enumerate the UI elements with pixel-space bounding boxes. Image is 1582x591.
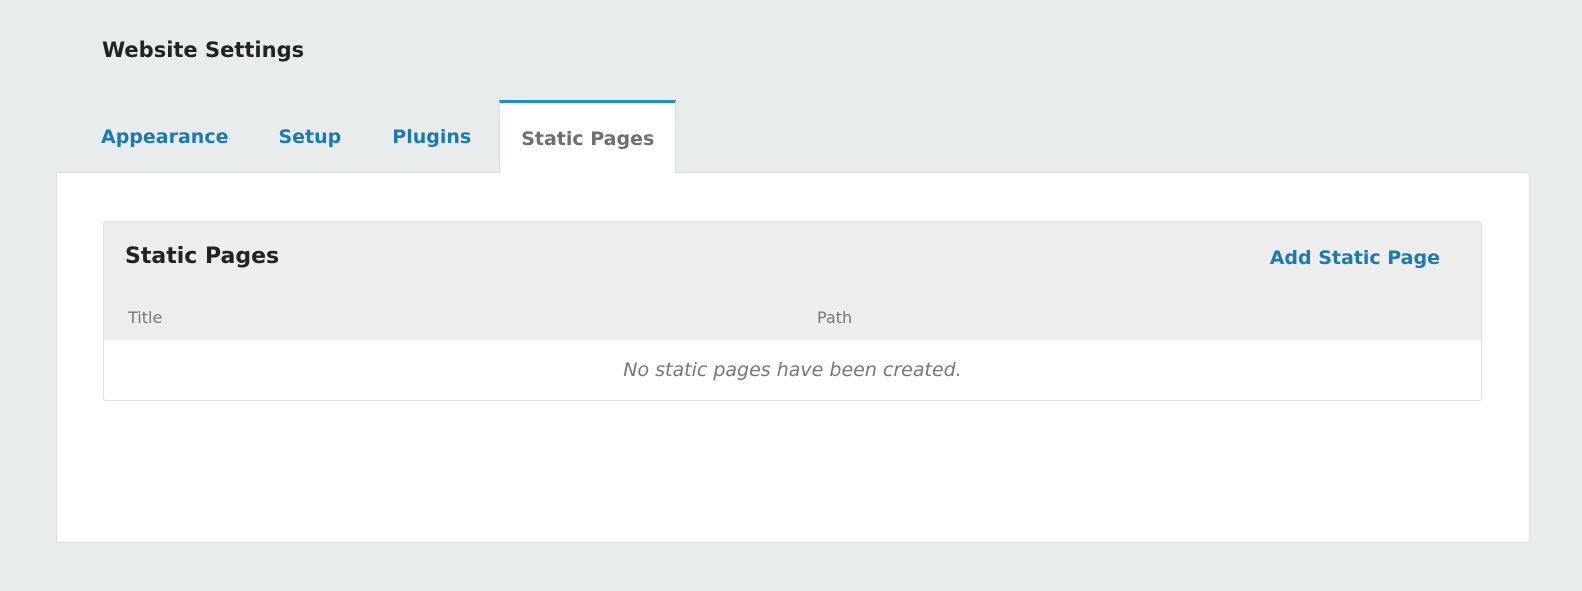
page-title: Website Settings <box>102 38 305 62</box>
settings-tabs: Appearance Setup Plugins Static Pages <box>83 100 677 174</box>
tab-static-pages[interactable]: Static Pages <box>499 100 677 174</box>
website-settings-page: Website Settings Appearance Setup Plugin… <box>0 0 1582 591</box>
tab-plugins[interactable]: Plugins <box>366 100 499 173</box>
add-static-page-button[interactable]: Add Static Page <box>1270 247 1440 269</box>
grid-title: Static Pages <box>125 244 280 269</box>
grid-header: Static Pages Add Static Page Title Path <box>104 222 1481 340</box>
tab-setup[interactable]: Setup <box>253 100 366 173</box>
static-pages-grid: Static Pages Add Static Page Title Path … <box>103 221 1482 401</box>
tab-panel: Static Pages Add Static Page Title Path … <box>56 172 1530 543</box>
empty-message: No static pages have been created. <box>623 359 962 381</box>
column-header-path[interactable]: Path <box>817 308 852 327</box>
column-header-title[interactable]: Title <box>128 308 162 327</box>
tab-appearance[interactable]: Appearance <box>83 100 253 173</box>
